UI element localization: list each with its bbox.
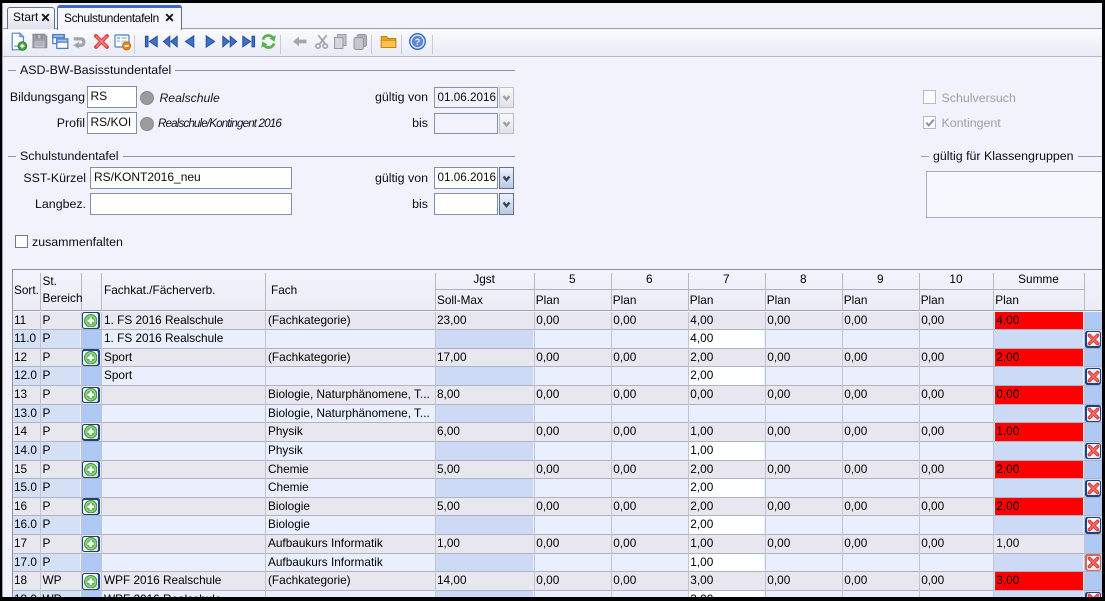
- svg-text:?: ?: [414, 37, 420, 48]
